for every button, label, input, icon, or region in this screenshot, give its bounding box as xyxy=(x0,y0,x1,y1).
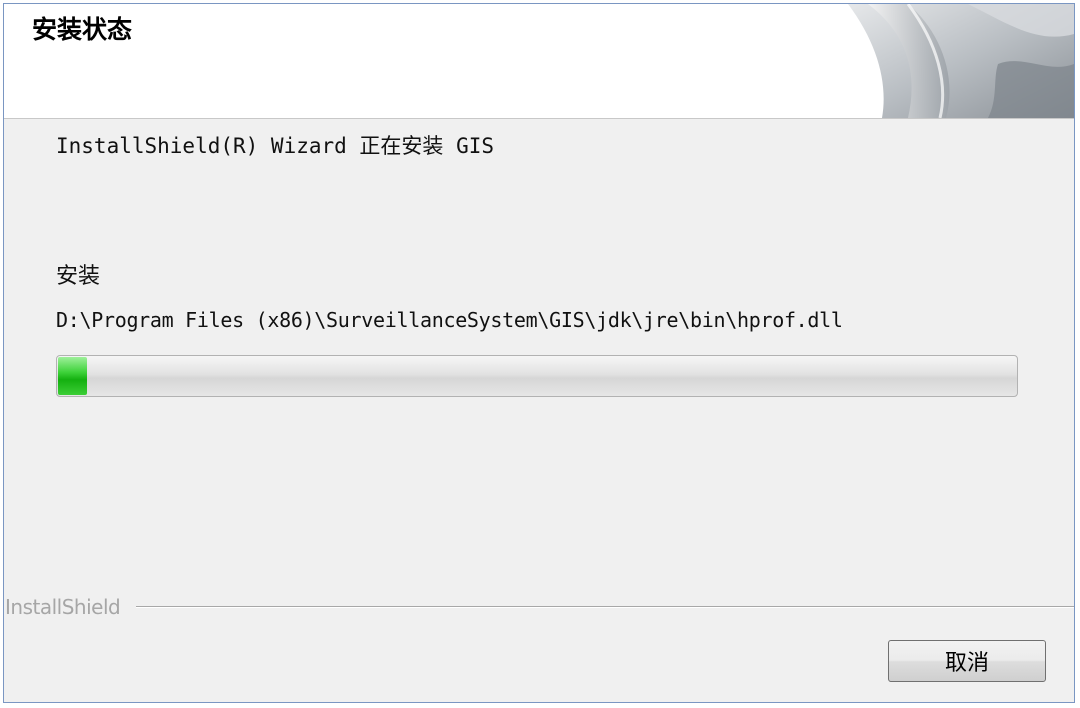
page-title: 安装状态 xyxy=(32,15,133,44)
status-message: InstallShield(R) Wizard 正在安装 GIS xyxy=(56,134,495,158)
header-banner: 安装状态 xyxy=(4,4,1074,119)
page-curl-art-icon xyxy=(848,4,1074,118)
install-section-label: 安装 xyxy=(56,264,101,289)
installer-dialog: 安装状态 InstallShield(R) Wizard 正在安装 GIS 安装… xyxy=(3,3,1075,703)
cancel-button[interactable]: 取消 xyxy=(888,640,1046,682)
progress-fill xyxy=(58,357,87,395)
current-file-path: D:\Program Files (x86)\SurveillanceSyste… xyxy=(56,308,843,332)
divider-rule xyxy=(136,606,1074,608)
installshield-brand-label: InstallShield xyxy=(5,595,121,619)
brand-divider: InstallShield xyxy=(4,595,1074,619)
install-progress-bar xyxy=(56,355,1018,397)
